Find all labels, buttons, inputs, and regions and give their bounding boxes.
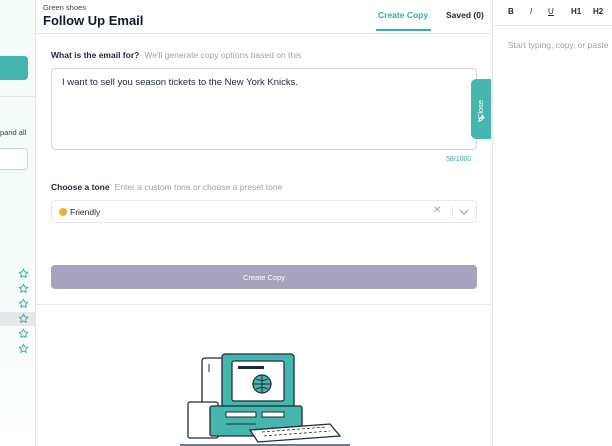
- left-sidebar: pand all: [0, 0, 36, 446]
- editor-placeholder[interactable]: Start typing, copy, or paste: [508, 40, 608, 50]
- close-label-wrap: Close: [471, 79, 491, 139]
- email-purpose-textarea[interactable]: I want to sell you season tickets to the…: [51, 68, 477, 150]
- chevron-down-icon[interactable]: [459, 208, 469, 216]
- breadcrumb[interactable]: Green shoes: [43, 3, 86, 12]
- header-divider: [36, 33, 492, 34]
- clear-icon[interactable]: ✕: [433, 205, 441, 216]
- sidebar-divider: [0, 96, 35, 97]
- underline-button[interactable]: U: [548, 7, 554, 16]
- sidebar-primary-button[interactable]: [0, 56, 28, 80]
- create-copy-button[interactable]: Create Copy: [51, 265, 477, 289]
- active-tab-indicator: [376, 29, 431, 31]
- tone-label-text: Choose a tone: [51, 182, 110, 192]
- tone-selected-value: Friendly: [70, 207, 101, 217]
- tone-select[interactable]: Friendly ✕: [51, 200, 477, 223]
- text-editor: B I U H1 H2 Start typing, copy, or paste: [492, 0, 612, 446]
- tab-saved[interactable]: Saved (0): [446, 10, 484, 20]
- character-counter: 58/1000: [446, 156, 472, 163]
- heading2-button[interactable]: H2: [593, 7, 603, 16]
- tab-create-copy[interactable]: Create Copy: [378, 10, 428, 20]
- heading1-button[interactable]: H1: [571, 7, 581, 16]
- email-purpose-hint: We'll generate copy options based on thi…: [144, 50, 302, 60]
- star-icon[interactable]: [18, 298, 29, 309]
- star-icon[interactable]: [18, 268, 29, 279]
- editor-toolbar-divider: [493, 25, 612, 26]
- expand-all-link[interactable]: pand all: [0, 128, 26, 137]
- page-title: Follow Up Email: [43, 13, 144, 28]
- close-panel-button[interactable]: Close: [471, 79, 491, 139]
- star-icon[interactable]: [18, 313, 29, 324]
- sidebar-search-input[interactable]: [0, 148, 28, 170]
- star-icon[interactable]: [18, 343, 29, 354]
- email-purpose-value[interactable]: I want to sell you season tickets to the…: [62, 77, 298, 88]
- star-icon[interactable]: [18, 328, 29, 339]
- email-purpose-label-text: What is the email for?: [51, 50, 140, 60]
- pencil-icon: [477, 115, 485, 123]
- email-purpose-label: What is the email for? We'll generate cop…: [51, 50, 301, 60]
- tone-label: Choose a tone Enter a custom tone or choo…: [51, 182, 282, 192]
- star-icon[interactable]: [18, 283, 29, 294]
- italic-button[interactable]: I: [530, 7, 532, 16]
- emoji-smile-icon: [59, 208, 67, 216]
- content-divider: [36, 304, 492, 305]
- tone-select-separator: [452, 205, 453, 219]
- bold-button[interactable]: B: [508, 7, 514, 16]
- computer-illustration: [180, 353, 350, 446]
- tone-hint: Enter a custom tone or choose a preset t…: [114, 182, 283, 192]
